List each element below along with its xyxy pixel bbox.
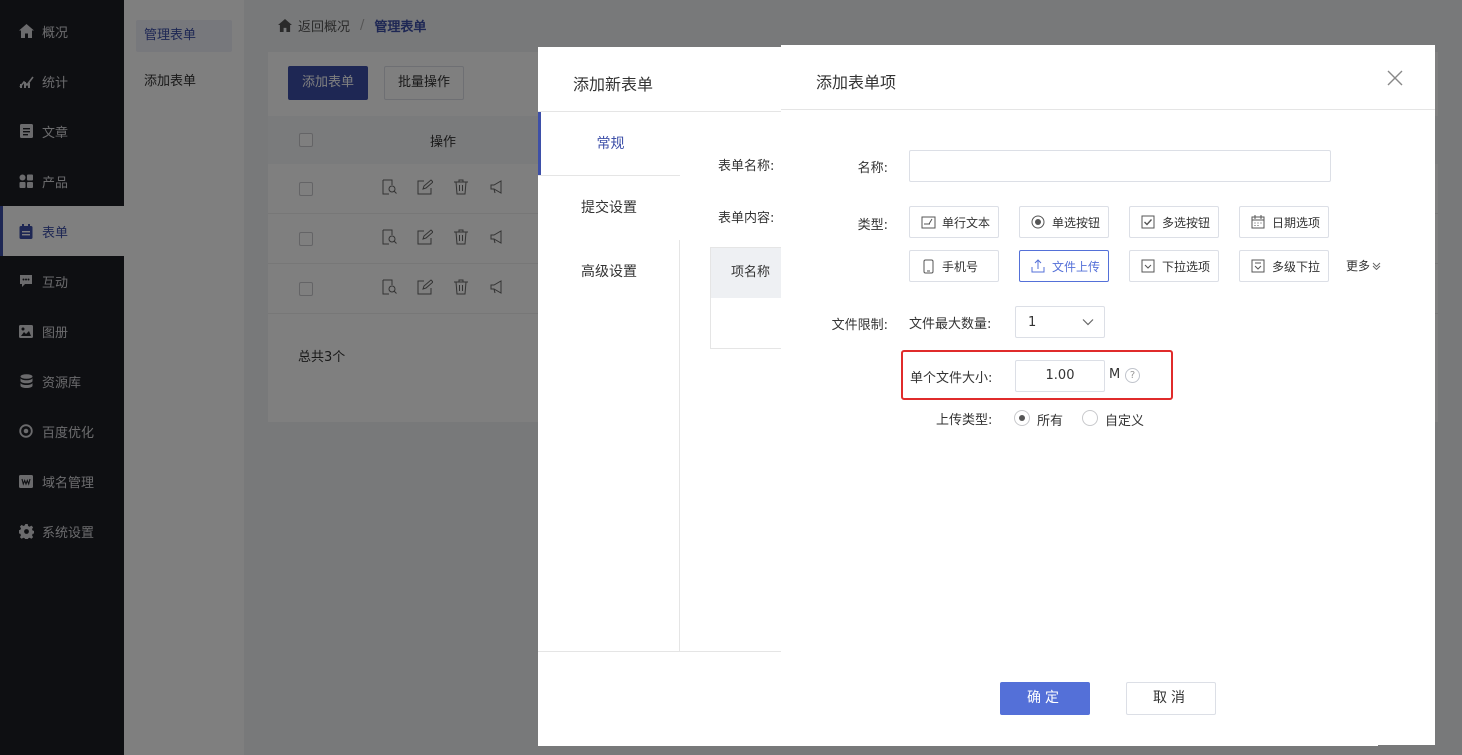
type-single-line-text[interactable]: 单行文本: [909, 206, 999, 238]
more-label: 更多: [1346, 259, 1371, 273]
confirm-button[interactable]: 确定: [1000, 682, 1090, 715]
type-label-text: 手机号: [942, 259, 979, 274]
max-count-label: 文件最大数量:: [909, 317, 992, 332]
upload-type-all-radio[interactable]: [1014, 410, 1030, 426]
multilevel-dropdown-icon: [1250, 258, 1266, 274]
chevron-down-icon: [1082, 315, 1094, 330]
help-icon[interactable]: ?: [1125, 368, 1140, 383]
upload-icon: [1030, 258, 1046, 274]
chevron-down-icon: [1372, 259, 1381, 273]
type-phone[interactable]: 手机号: [909, 250, 999, 282]
dialog-tab-list: 常规 提交设置 高级设置: [538, 112, 680, 652]
upload-type-label: 上传类型:: [936, 413, 993, 428]
close-icon[interactable]: [1386, 69, 1404, 87]
type-label-text: 多级下拉: [1272, 259, 1321, 274]
name-label: 名称:: [857, 161, 888, 176]
form-content-label: 表单内容:: [718, 211, 775, 226]
file-limit-label: 文件限制:: [831, 318, 888, 333]
item-name-header: 项名称: [711, 248, 789, 298]
cancel-button[interactable]: 取消: [1126, 682, 1216, 715]
type-file-upload[interactable]: 文件上传: [1019, 250, 1109, 282]
type-label-text: 日期选项: [1272, 215, 1321, 230]
dropdown-icon: [1140, 258, 1156, 274]
text-line-icon: [920, 214, 936, 230]
max-count-select[interactable]: 1: [1015, 306, 1105, 338]
file-size-unit: M: [1109, 367, 1121, 382]
max-count-value: 1: [1028, 314, 1037, 330]
type-label-text: 单行文本: [942, 215, 991, 230]
type-multilevel-dropdown[interactable]: 多级下拉: [1239, 250, 1329, 282]
file-size-input[interactable]: 1.00: [1015, 360, 1105, 392]
type-label: 类型:: [857, 218, 888, 233]
dialog-title: 添加新表单: [573, 75, 654, 94]
form-name-label: 表单名称:: [718, 159, 775, 174]
tab-advanced-settings[interactable]: 高级设置: [538, 240, 680, 304]
tab-submit-settings[interactable]: 提交设置: [538, 176, 680, 240]
more-types-toggle[interactable]: 更多: [1346, 257, 1381, 274]
upload-type-custom-label: 自定义: [1105, 414, 1145, 429]
tab-general[interactable]: 常规: [538, 112, 680, 176]
form-items-table: 项名称: [710, 247, 790, 349]
type-checkbox[interactable]: 多选按钮: [1129, 206, 1219, 238]
file-size-label: 单个文件大小:: [910, 371, 993, 386]
type-dropdown[interactable]: 下拉选项: [1129, 250, 1219, 282]
checkbox-icon: [1140, 214, 1156, 230]
calendar-icon: [1250, 214, 1266, 230]
type-label-text: 单选按钮: [1052, 215, 1101, 230]
type-label-text: 下拉选项: [1162, 259, 1211, 274]
table-row: [711, 298, 789, 348]
add-form-item-dialog: 添加表单项 名称: 类型: 单行文本 单选按钮 多选按钮 日期选项 手机号 文件…: [781, 45, 1435, 745]
dialog-title: 添加表单项: [816, 73, 897, 92]
divider: [781, 109, 1435, 110]
type-label-text: 文件上传: [1052, 259, 1101, 274]
phone-icon: [920, 258, 936, 274]
type-date[interactable]: 日期选项: [1239, 206, 1329, 238]
name-input[interactable]: [909, 150, 1331, 182]
upload-type-custom-radio[interactable]: [1082, 410, 1098, 426]
type-radio-button[interactable]: 单选按钮: [1019, 206, 1109, 238]
upload-type-all-label: 所有: [1037, 414, 1064, 429]
type-label-text: 多选按钮: [1162, 215, 1211, 230]
radio-icon: [1030, 214, 1046, 230]
